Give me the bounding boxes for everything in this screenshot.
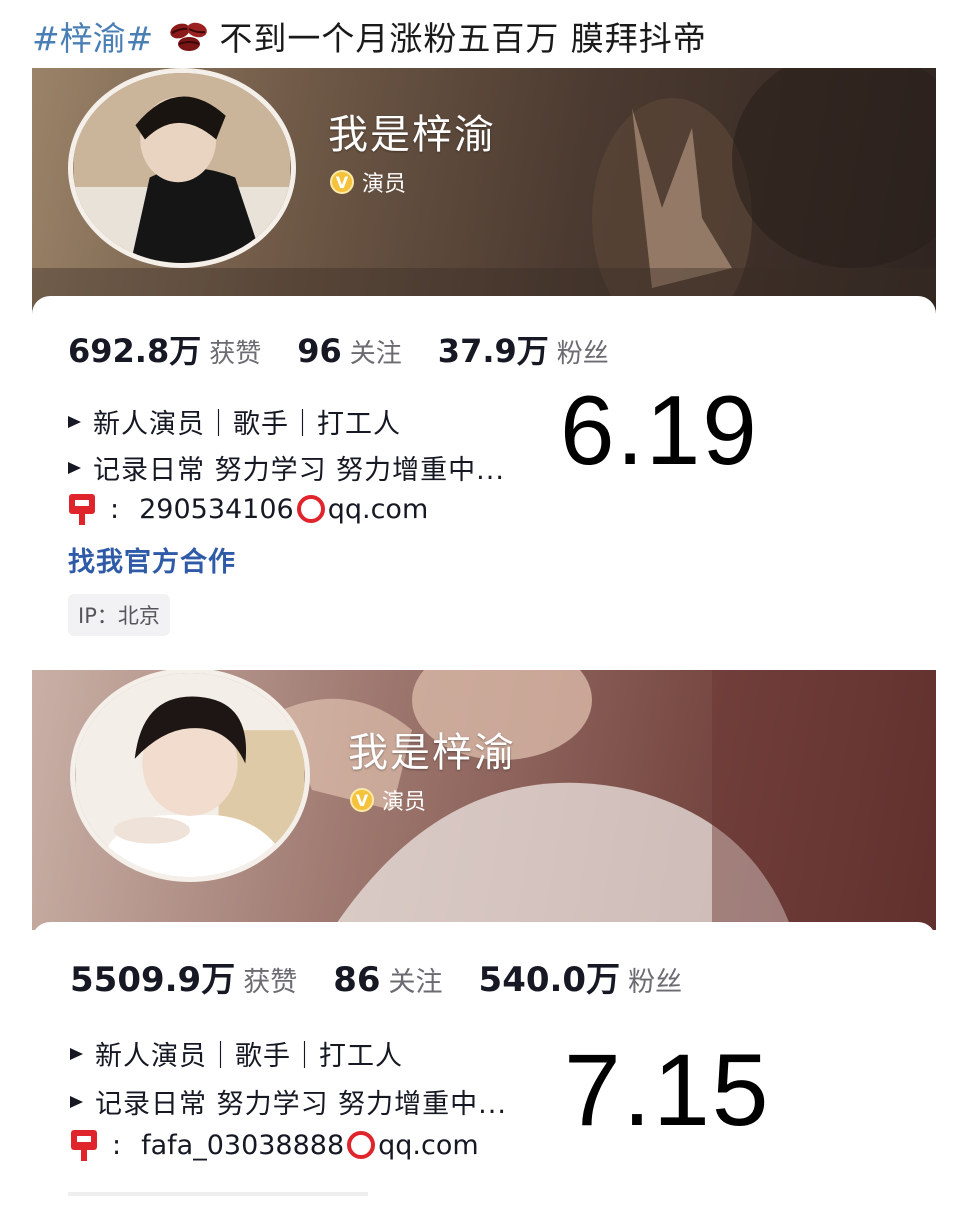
verified-v-icon: V — [350, 788, 374, 812]
profile-screenshot-2: 我是梓渝 V 演员 5509.9万 获赞 86 关注 540.0万 粉丝 新人演… — [32, 670, 936, 1225]
likes-count: 692.8万 — [68, 332, 202, 370]
colon: : — [110, 493, 120, 525]
email-prefix: fafa_03038888 — [141, 1129, 345, 1161]
bullet-arrow-icon — [68, 461, 81, 474]
mailbox-icon — [69, 494, 95, 525]
colon: : — [112, 1129, 122, 1161]
followers-count[interactable]: 540.0万 — [479, 952, 621, 1001]
profile-banner: 我是梓渝 V 演员 — [32, 68, 936, 328]
following-count[interactable]: 86 — [333, 960, 380, 1000]
following-count[interactable]: 96 — [297, 332, 342, 370]
bio-text: 记录日常 努力学习 努力增重中... — [93, 455, 505, 486]
role-text: 演员 — [382, 790, 427, 815]
email-suffix: qq.com — [327, 493, 429, 525]
bio-line: 记录日常 努力学习 努力增重中... — [68, 448, 505, 487]
coffee-beans-icon — [170, 22, 208, 51]
ip-location-tag: IP：北京 — [68, 594, 170, 636]
bio-line: 新人演员｜歌手｜打工人 — [70, 1034, 403, 1073]
stats-row: 5509.9万 获赞 86 关注 540.0万 粉丝 — [70, 952, 718, 1001]
nickname: 我是梓渝 — [348, 730, 516, 776]
red-circle-icon — [296, 495, 325, 523]
bio-line: 记录日常 努力学习 努力增重中... — [70, 1082, 507, 1121]
bio-text: 新人演员｜歌手｜打工人 — [95, 1041, 403, 1072]
profile-screenshot-1: 我是梓渝 V 演员 692.8万 获赞 96 关注 37.9万 粉丝 新人演员｜… — [32, 68, 936, 664]
profile-banner: 我是梓渝 V 演员 — [32, 670, 936, 930]
verified-v-icon: V — [330, 170, 354, 194]
red-circle-icon — [347, 1131, 376, 1159]
bio-text: 新人演员｜歌手｜打工人 — [93, 409, 401, 440]
date-annotation: 7.15 — [564, 1033, 771, 1147]
following-label[interactable]: 关注 — [350, 333, 402, 370]
avatar[interactable] — [68, 68, 296, 268]
followers-count[interactable]: 37.9万 — [438, 326, 549, 372]
role-label: V 演员 — [350, 784, 426, 816]
email-suffix: qq.com — [378, 1129, 479, 1161]
nickname: 我是梓渝 — [328, 112, 496, 158]
likes-label: 获赞 — [243, 967, 298, 998]
post-header: #梓渝# 不到一个月涨粉五百万 膜拜抖帝 — [32, 10, 707, 62]
role-label: V 演员 — [330, 166, 406, 198]
followers-label[interactable]: 粉丝 — [557, 333, 609, 370]
email-prefix: 290534106 — [139, 493, 294, 525]
profile-card: 692.8万 获赞 96 关注 37.9万 粉丝 新人演员｜歌手｜打工人 记录日… — [32, 296, 936, 664]
business-contact-link[interactable]: 找我官方合作 — [68, 540, 236, 579]
avatar[interactable] — [70, 670, 310, 882]
hashtag-link[interactable]: #梓渝# — [32, 12, 153, 60]
bullet-arrow-icon — [68, 415, 81, 428]
bio-line: 新人演员｜歌手｜打工人 — [68, 402, 401, 441]
bullet-arrow-icon — [70, 1047, 83, 1060]
email-line[interactable]: : 290534106 qq.com — [68, 492, 428, 526]
post-text: 不到一个月涨粉五百万 膜拜抖帝 — [219, 19, 707, 58]
profile-card: 5509.9万 获赞 86 关注 540.0万 粉丝 新人演员｜歌手｜打工人 记… — [32, 922, 936, 1225]
date-annotation: 6.19 — [560, 375, 759, 485]
followers-label[interactable]: 粉丝 — [628, 960, 682, 999]
email-line[interactable]: : fafa_03038888 qq.com — [70, 1128, 479, 1162]
likes-label: 获赞 — [209, 339, 262, 369]
mailbox-icon — [71, 1130, 97, 1161]
stats-row: 692.8万 获赞 96 关注 37.9万 粉丝 — [68, 326, 645, 372]
following-label[interactable]: 关注 — [389, 960, 443, 999]
likes-count: 5509.9万 — [70, 960, 236, 1000]
bullet-arrow-icon — [70, 1095, 83, 1108]
role-text: 演员 — [362, 172, 407, 197]
bio-text: 记录日常 努力学习 努力增重中... — [95, 1089, 507, 1120]
divider — [68, 1192, 368, 1196]
